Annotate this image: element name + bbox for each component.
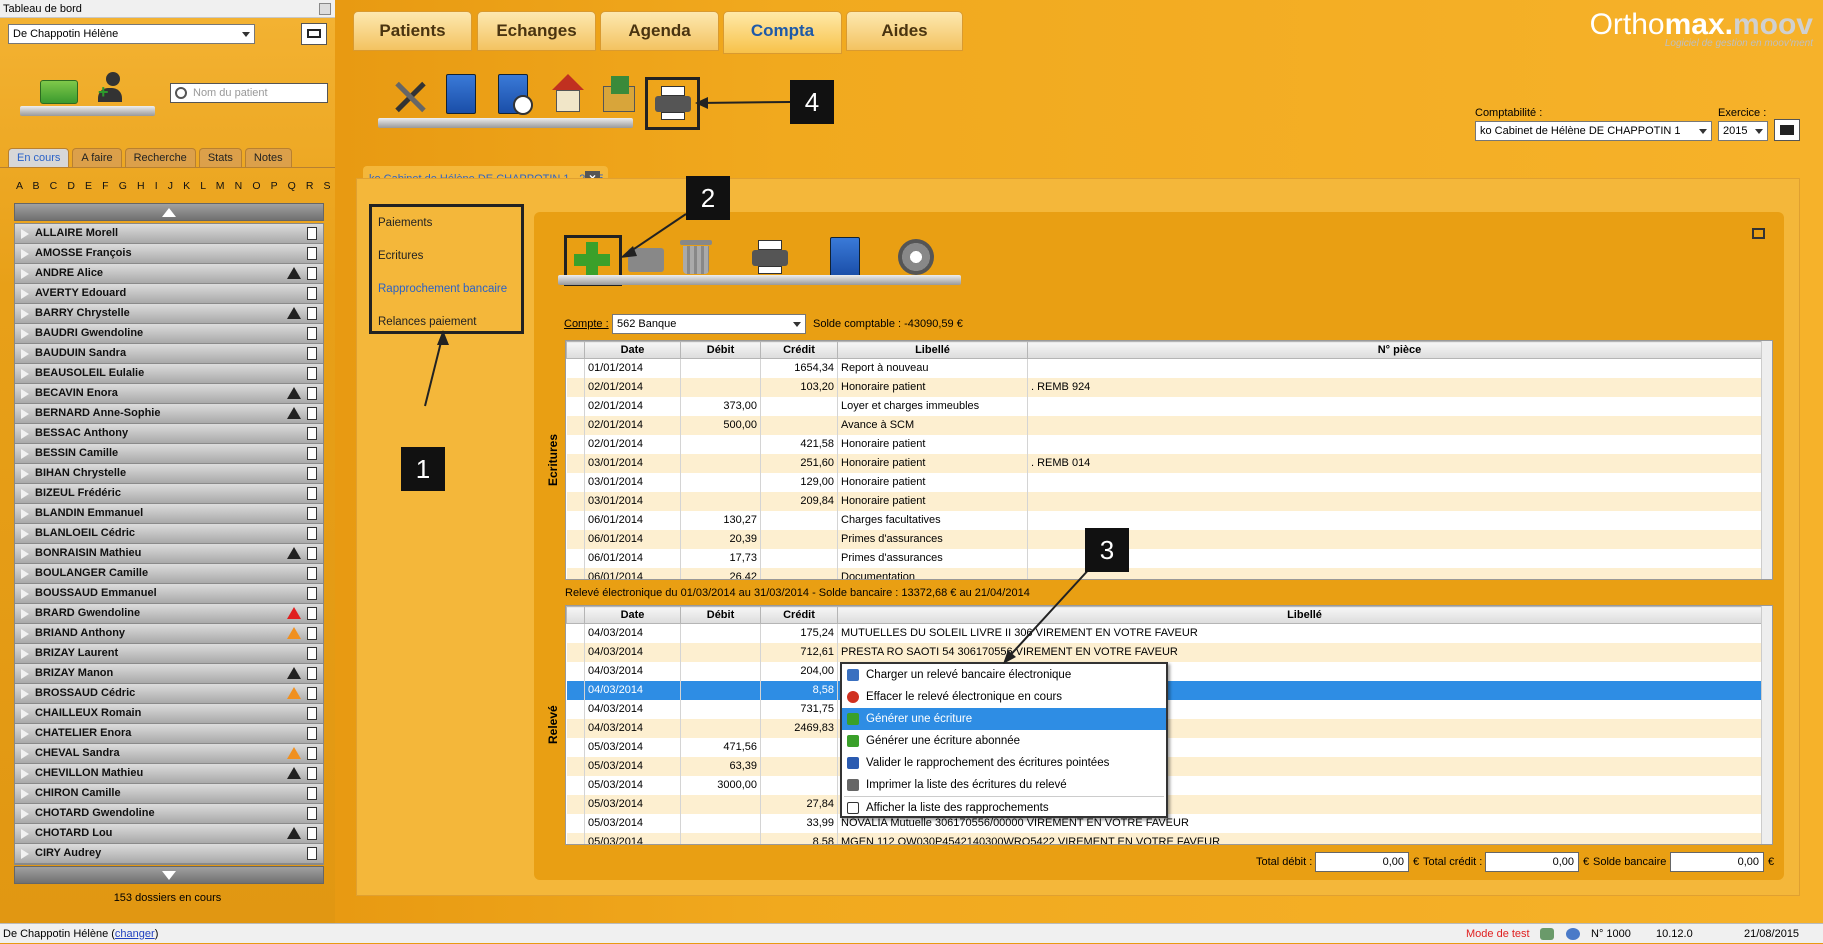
- status-mode: Mode de test: [1466, 928, 1530, 940]
- change-user-link[interactable]: changer: [115, 928, 155, 940]
- status-date: 21/08/2015: [1744, 928, 1800, 940]
- callout-1: 1: [401, 447, 445, 491]
- status-version: 10.12.0: [1656, 928, 1693, 940]
- arrow-4-head: [695, 97, 708, 109]
- database-icon: [1540, 928, 1554, 940]
- callout-4: 4: [790, 80, 834, 124]
- arrow-4: [697, 101, 791, 104]
- arrow-3: [1004, 565, 1093, 662]
- status-user-name: De Chappotin Hélène: [3, 928, 109, 940]
- callout-2: 2: [686, 176, 730, 220]
- arrow-1-head: [437, 330, 449, 345]
- status-user: De Chappotin Hélène (changer): [3, 928, 159, 940]
- status-bar: De Chappotin Hélène (changer) Mode de te…: [0, 923, 1823, 943]
- status-number: N° 1000: [1591, 928, 1631, 940]
- callout-3: 3: [1085, 528, 1129, 572]
- arrow-2: [624, 213, 687, 256]
- network-icon: [1566, 928, 1580, 940]
- annotation-arrows: [424, 97, 1093, 664]
